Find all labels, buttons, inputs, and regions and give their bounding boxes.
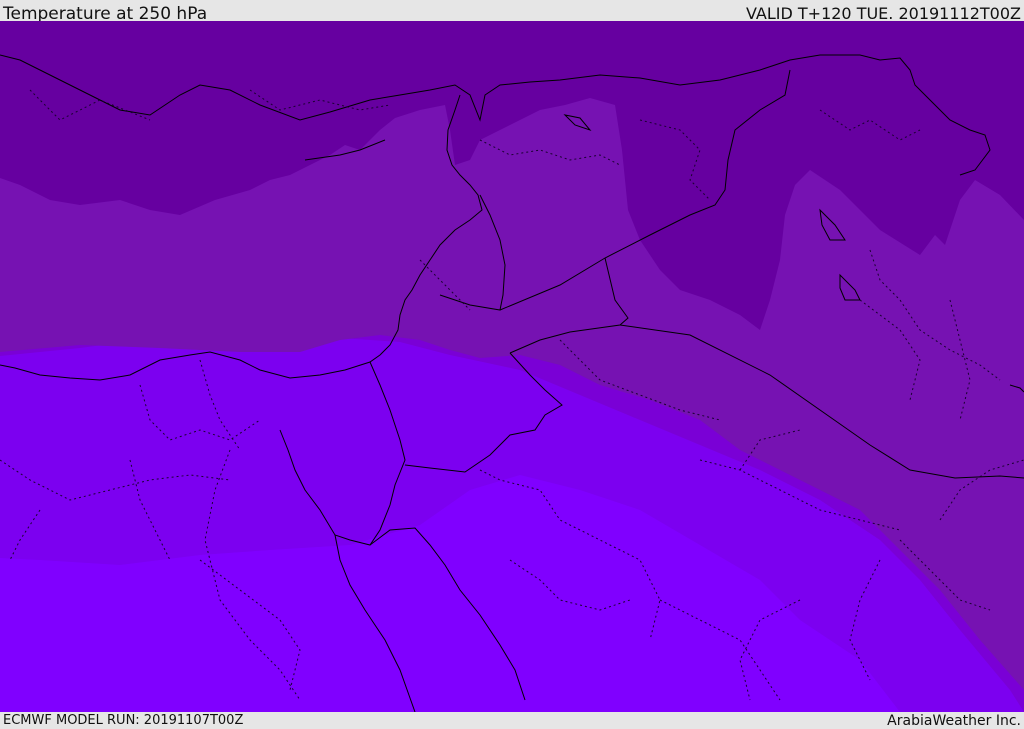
- credit: ArabiaWeather Inc.: [887, 713, 1021, 729]
- footer-bar: ECMWF MODEL RUN: 20191107T00Z ArabiaWeat…: [0, 712, 1024, 729]
- model-run: ECMWF MODEL RUN: 20191107T00Z: [3, 713, 244, 728]
- header-bar: Temperature at 250 hPa VALID T+120 TUE. …: [0, 0, 1024, 24]
- temperature-map[interactable]: [0, 21, 1024, 712]
